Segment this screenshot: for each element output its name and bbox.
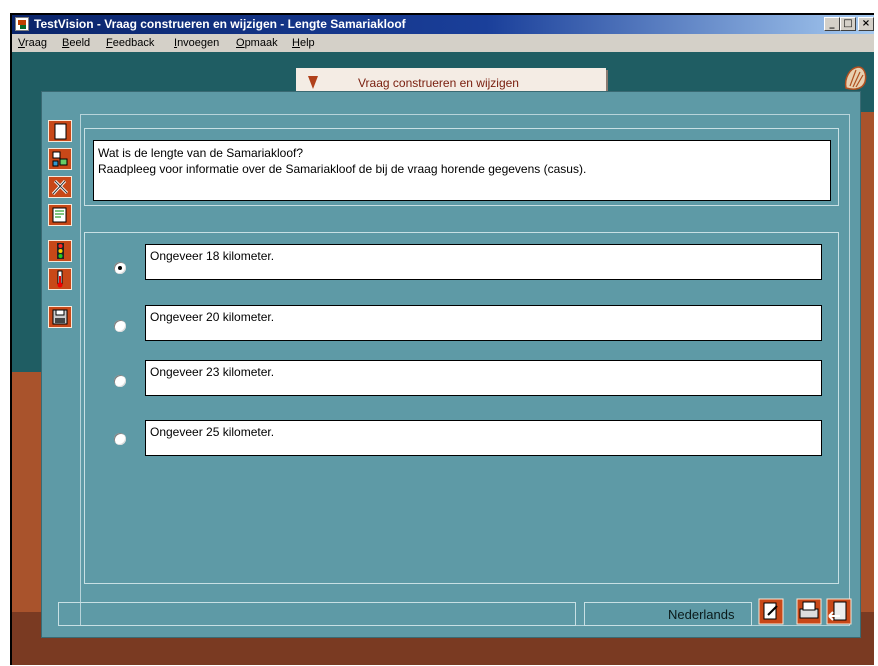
app-icon[interactable] — [15, 17, 29, 31]
menu-beeld[interactable]: Beeld — [62, 37, 90, 49]
shell-logo-icon — [844, 66, 867, 90]
answer-field-1[interactable]: Ongeveer 18 kilometer. — [145, 244, 822, 280]
answers-area — [84, 232, 839, 584]
menu-label: raag — [24, 37, 47, 49]
list-edit-icon — [52, 207, 67, 223]
menu-label: nvoegen — [177, 37, 220, 49]
menu-accel: H — [292, 37, 300, 49]
menu-bar: Vraag Beeld Feedback Invoegen Opmaak Hel… — [12, 34, 874, 52]
traffic-light-icon — [57, 243, 64, 259]
question-line-2: Raadpleeg voor informatie over de Samari… — [98, 162, 587, 176]
language-label: Nederlands — [668, 607, 735, 622]
exit-button[interactable] — [826, 598, 852, 625]
menu-help[interactable]: Help — [292, 37, 315, 49]
answer-radio-4[interactable] — [114, 433, 126, 445]
list-edit-button[interactable] — [48, 204, 72, 226]
traffic-light-button[interactable] — [48, 240, 72, 262]
answer-field-2[interactable]: Ongeveer 20 kilometer. — [145, 305, 822, 341]
minimize-button[interactable]: _ — [824, 17, 840, 31]
thermometer-button[interactable] — [48, 268, 72, 290]
status-field-main — [58, 602, 576, 626]
print-button[interactable] — [796, 598, 822, 625]
edit-document-icon — [758, 598, 784, 625]
print-icon — [796, 598, 822, 625]
menu-accel: V — [18, 37, 25, 49]
question-text-field[interactable]: Wat is de lengte van de Samariakloof? Ra… — [93, 140, 831, 201]
window-title: TestVision - Vraag construeren en wijzig… — [34, 17, 406, 31]
menu-label: elp — [299, 37, 315, 49]
edit-document-button[interactable] — [758, 598, 784, 625]
new-document-button[interactable] — [48, 120, 72, 142]
answer-field-3[interactable]: Ongeveer 23 kilometer. — [145, 360, 822, 396]
save-disk-icon — [52, 309, 68, 325]
app-window: TestVision - Vraag construeren en wijzig… — [0, 0, 878, 666]
banner-title: Vraag construeren en wijzigen — [358, 76, 519, 90]
banner-arrow-icon — [308, 76, 318, 89]
answer-radio-3[interactable] — [114, 375, 126, 387]
new-document-icon — [54, 123, 67, 140]
exit-icon — [826, 598, 852, 625]
maximize-button[interactable]: □ — [840, 17, 856, 31]
menu-label: eedback — [112, 37, 155, 49]
save-button[interactable] — [48, 306, 72, 328]
menu-label: eeld — [69, 37, 91, 49]
menu-accel: F — [106, 37, 113, 49]
menu-feedback[interactable]: Feedback — [106, 37, 154, 49]
answer-radio-1[interactable] — [114, 262, 126, 274]
menu-accel: O — [236, 37, 245, 49]
menu-invoegen[interactable]: Invoegen — [174, 37, 219, 49]
menu-vraag[interactable]: Vraag — [18, 37, 47, 49]
title-bar[interactable]: TestVision - Vraag construeren en wijzig… — [12, 15, 874, 34]
structure-icon — [52, 151, 68, 167]
answer-radio-2[interactable] — [114, 320, 126, 332]
tools-icon — [51, 179, 69, 196]
structure-button[interactable] — [48, 148, 72, 170]
answer-field-4[interactable]: Ongeveer 25 kilometer. — [145, 420, 822, 456]
tools-button[interactable] — [48, 176, 72, 198]
menu-opmaak[interactable]: Opmaak — [236, 37, 278, 49]
menu-label: pmaak — [244, 37, 278, 49]
question-line-1: Wat is de lengte van de Samariakloof? — [98, 146, 304, 160]
thermometer-icon — [57, 270, 63, 288]
close-button[interactable]: × — [858, 17, 874, 31]
